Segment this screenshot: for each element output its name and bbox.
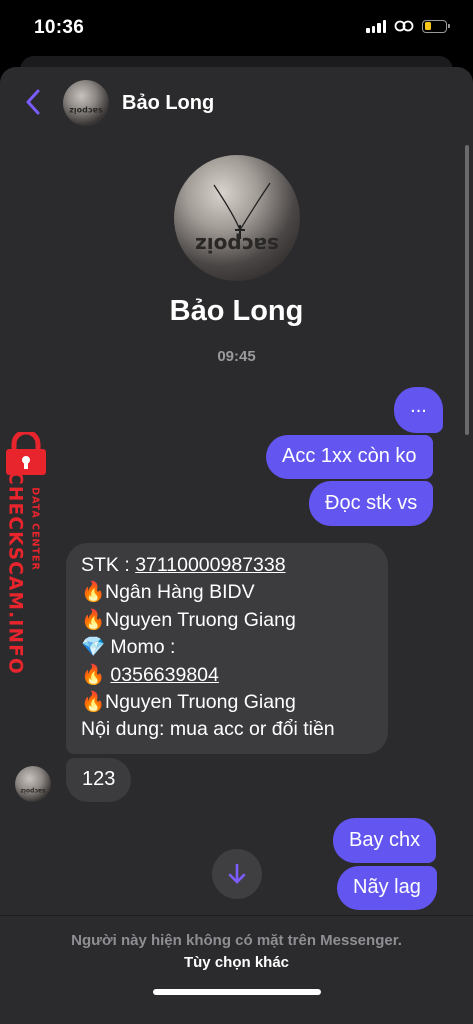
avatar-caption: sacpoiz: [69, 106, 103, 115]
battery-fill: [424, 22, 431, 30]
status-icons: [366, 19, 450, 33]
status-time: 10:36: [34, 17, 85, 38]
chat-header: sacpoiz Bảo Long: [0, 67, 473, 141]
unavailable-notice: Người này hiện không có mặt trên Messeng…: [71, 932, 402, 949]
stk-label: STK :: [81, 554, 136, 576]
message-outgoing[interactable]: Acc 1xx còn ko: [266, 435, 433, 479]
lock-icon: [6, 432, 46, 475]
contact-avatar[interactable]: sacpoiz: [63, 80, 109, 126]
chat-sheet: sacpoiz Bảo Long sacpoiz Bảo Long 09:45 …: [0, 67, 473, 1024]
message-outgoing[interactable]: Đọc stk vs: [309, 481, 434, 526]
fire-icon: 🔥: [81, 691, 106, 714]
fire-icon: 🔥: [81, 608, 106, 631]
momo-name-line: 🔥Nguyen Truong Giang: [81, 689, 373, 716]
message-timestamp: 09:45: [217, 348, 256, 365]
watermark-main-text: CHECKSCAM.INFO: [4, 471, 26, 675]
bank-name: Ngân Hàng BIDV: [105, 581, 255, 604]
back-button[interactable]: [18, 85, 48, 119]
contact-name[interactable]: Bảo Long: [122, 92, 214, 115]
bank-line: 🔥Ngân Hàng BIDV: [81, 579, 373, 606]
momo-line: 💎 Momo :: [81, 634, 373, 661]
phone-line: 🔥 0356639804: [81, 662, 373, 689]
chat-footer: Người này hiện không có mặt trên Messeng…: [0, 915, 473, 1024]
account-name: Nguyen Truong Giang: [105, 608, 296, 631]
profile-name: Bảo Long: [169, 295, 304, 327]
home-indicator[interactable]: [153, 989, 321, 995]
profile-avatar[interactable]: sacpoiz: [174, 155, 300, 281]
transfer-content-line: Nội dung: mua acc or đổi tiền: [81, 718, 335, 741]
arrow-down-icon: [228, 863, 246, 884]
scroll-to-bottom-button[interactable]: [212, 849, 262, 899]
battery-icon: [422, 19, 450, 33]
stk-line: STK : 37110000987338: [81, 552, 373, 579]
personal-hotspot-icon: [394, 20, 414, 32]
avatar-caption: sacpoiz: [20, 787, 46, 794]
signal-icon: [366, 19, 386, 33]
momo-account-name: Nguyen Truong Giang: [105, 691, 296, 714]
watermark-sub: DATA CENTER: [28, 484, 42, 574]
message-outgoing[interactable]: Nãy lag: [337, 866, 437, 910]
watermark-main: CHECKSCAM.INFO: [3, 471, 27, 675]
phone-number-link[interactable]: 0356639804: [110, 664, 218, 686]
fire-icon: 🔥: [81, 581, 106, 604]
chevron-left-icon: [26, 89, 40, 115]
diamond-icon: 💎: [81, 636, 106, 659]
watermark-sub-text: DATA CENTER: [29, 487, 41, 571]
momo-label: Momo :: [105, 636, 176, 659]
message-incoming[interactable]: 123: [66, 758, 132, 802]
watermark: CHECKSCAM.INFO DATA CENTER: [0, 432, 52, 675]
message-outgoing[interactable]: Bay chx: [333, 818, 437, 863]
stk-number-link[interactable]: 37110000987338: [135, 554, 285, 576]
more-options-link[interactable]: Tùy chọn khác: [0, 954, 473, 971]
message-outgoing[interactable]: ...: [394, 387, 443, 433]
sender-avatar[interactable]: sacpoiz: [15, 766, 51, 802]
avatar-caption: sacpoiz: [195, 233, 279, 257]
scrollbar[interactable]: [465, 145, 469, 435]
message-incoming-bank-info[interactable]: STK : 37110000987338 🔥Ngân Hàng BIDV 🔥Ng…: [66, 543, 388, 754]
necklace-decoration: [213, 182, 271, 239]
status-bar: 10:36: [0, 0, 473, 58]
account-name-line: 🔥Nguyen Truong Giang: [81, 607, 373, 634]
fire-icon: 🔥: [81, 663, 106, 686]
